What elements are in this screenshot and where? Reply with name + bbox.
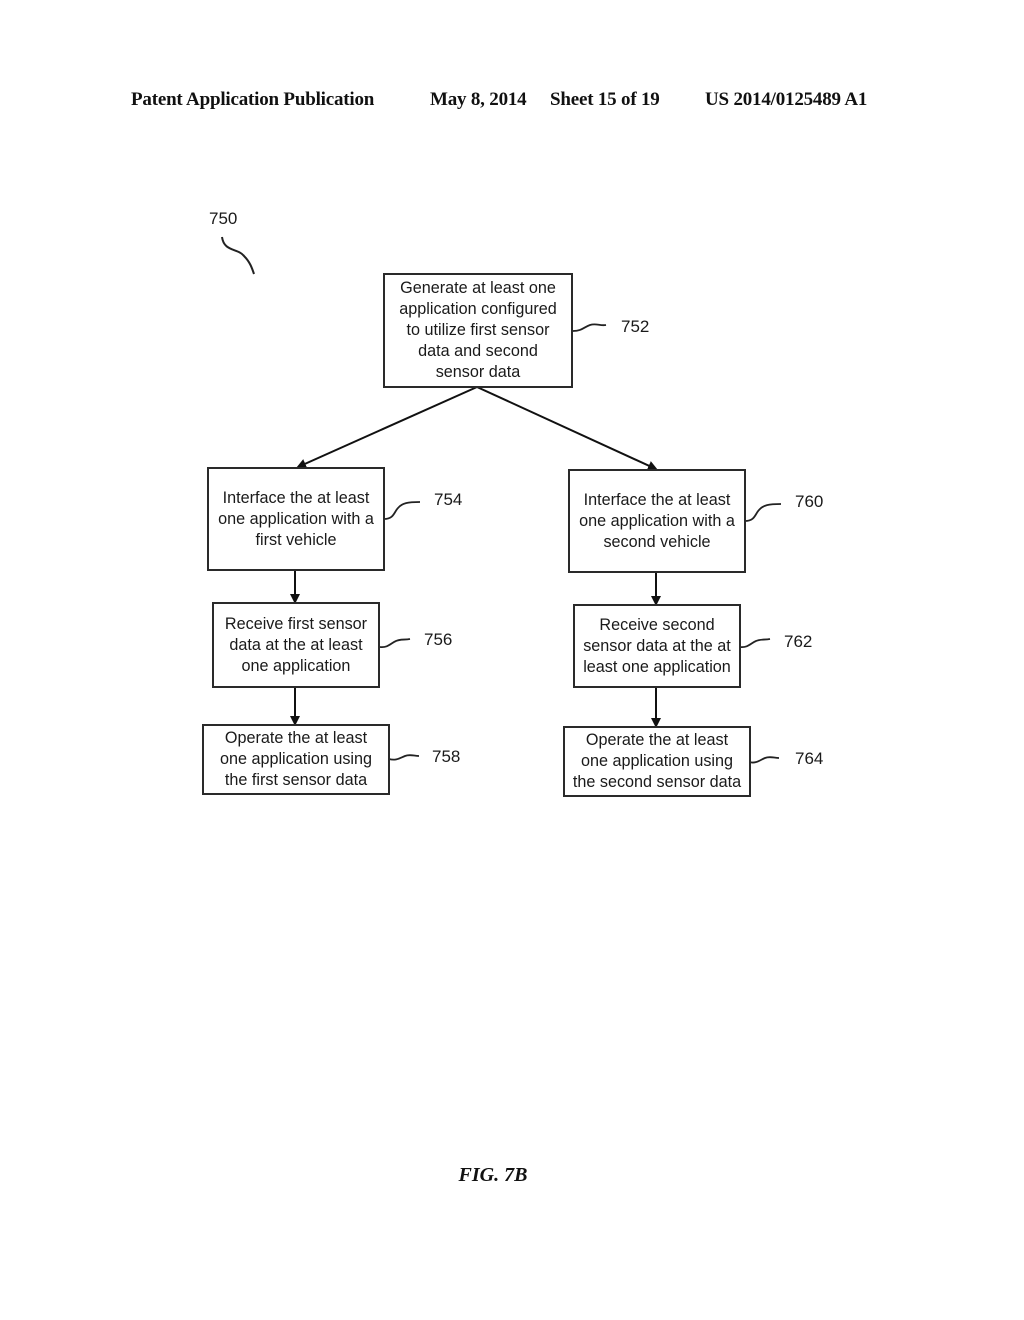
flow-step-754: Interface the at least one application w…: [207, 467, 385, 571]
leader-752: [572, 323, 607, 332]
flow-step-758: Operate the at least one application usi…: [202, 724, 390, 795]
figure-ref-leader: [221, 236, 255, 275]
flow-step-760: Interface the at least one application w…: [568, 469, 746, 573]
leader-756: [379, 638, 411, 649]
leader-754: [383, 501, 421, 520]
figure-ref-label: 750: [209, 209, 238, 228]
step-text: Operate the at least one application usi…: [219, 729, 373, 789]
connector-layer: [221, 236, 782, 764]
ref-764: 764: [795, 749, 824, 768]
step-text: Receive first sensor data at the at leas…: [224, 614, 368, 675]
ref-752: 752: [621, 317, 650, 336]
ref-762: 762: [784, 632, 813, 651]
step-text: Receive second sensor data at the at lea…: [583, 615, 731, 676]
ref-756: 756: [424, 630, 453, 649]
edge-752-760: [476, 386, 658, 471]
flow-step-764: Operate the at least one application usi…: [563, 726, 751, 797]
flow-step-756: Receive first sensor data at the at leas…: [212, 602, 380, 688]
ref-758: 758: [432, 747, 461, 766]
flow-step-762: Receive second sensor data at the at lea…: [573, 604, 741, 688]
step-text: Operate the at least one application usi…: [572, 731, 742, 791]
ref-754: 754: [434, 490, 463, 509]
leader-758: [388, 754, 420, 761]
leader-764: [748, 756, 780, 764]
step-text: Interface the at least one application w…: [579, 490, 735, 551]
leader-762: [739, 638, 771, 649]
leader-760: [744, 503, 782, 522]
step-text: Interface the at least one application w…: [218, 488, 374, 549]
ref-760: 760: [795, 492, 824, 511]
figure-caption: FIG. 7B: [458, 1164, 528, 1186]
edge-752-754: [296, 386, 478, 469]
step-text: Generate at least one application config…: [399, 279, 557, 381]
flow-step-752: Generate at least one application config…: [383, 273, 573, 388]
